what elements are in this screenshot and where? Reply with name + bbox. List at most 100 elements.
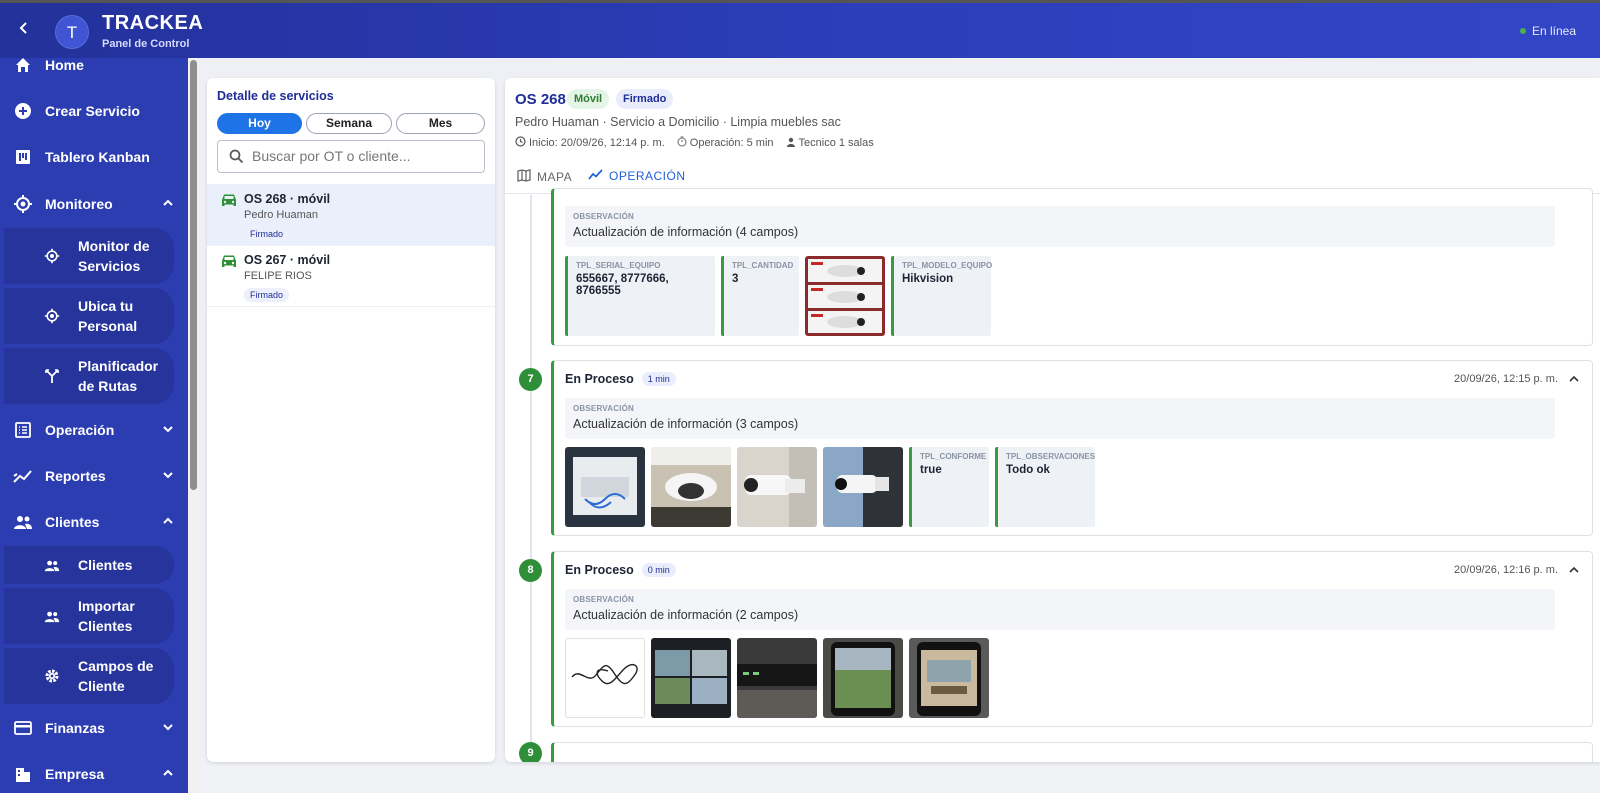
field-value: 655667, 8777666, 8766555 <box>576 273 669 297</box>
brand-subtitle: Panel de Control <box>102 38 190 50</box>
observation-value: Actualización de información (4 campos) <box>573 225 799 239</box>
target-icon <box>44 248 60 264</box>
sidebar-subitem-clientes[interactable]: Clientes <box>4 546 174 584</box>
observation-box: OBSERVACIÓN Actualización de información… <box>565 398 1555 439</box>
photo-thumbnail[interactable] <box>805 256 885 336</box>
sidebar-subitem-planificador-rutas[interactable]: Planificador de Rutas <box>4 348 174 404</box>
sidebar-item-monitoreo[interactable]: Monitoreo <box>0 184 188 224</box>
chevron-up-icon[interactable] <box>1568 563 1580 581</box>
duration-badge: 0 min <box>641 563 676 577</box>
page-footer-area <box>198 766 1600 793</box>
field-model: TPL_MODELO_EQUIPO Hikvision <box>891 256 993 336</box>
back-chevron-icon[interactable] <box>14 20 34 40</box>
step-number: 7 <box>519 368 542 391</box>
photo-thumbnail[interactable] <box>651 638 731 718</box>
photo-thumbnail[interactable] <box>737 638 817 718</box>
sidebar-item-reportes[interactable]: Reportes <box>0 456 188 496</box>
timeline-card-7[interactable]: En Proceso 1 min 20/09/26, 12:15 p. m. OB… <box>551 360 1593 536</box>
brand-title: TRACKEA <box>102 12 204 34</box>
photo-thumbnail[interactable] <box>909 638 989 718</box>
people-icon <box>44 608 60 624</box>
field-observaciones: TPL_OBSERVACIONES Todo ok <box>995 447 1095 527</box>
sidebar-item-home[interactable]: Home <box>0 58 188 85</box>
sidebar-item-crear-servicio[interactable]: Crear Servicio <box>0 91 188 131</box>
subitem-label-line2: Cliente <box>78 678 125 694</box>
sidebar-item-label: Home <box>45 58 84 73</box>
subitem-label-line1: Monitor de <box>78 238 150 254</box>
card-header: En Proceso 0 min <box>565 563 676 577</box>
field-value: 3 <box>732 273 739 285</box>
service-title: OS 268 · móvil <box>244 192 331 206</box>
gear-icon <box>44 668 60 684</box>
chevron-up-icon[interactable] <box>1568 372 1580 390</box>
sidebar-item-label: Operación <box>45 422 115 438</box>
observation-box: OBSERVACIÓN Actualización de información… <box>565 206 1555 247</box>
sidebar-item-label: Crear Servicio <box>45 103 140 119</box>
panel-title: Detalle de servicios <box>217 89 334 103</box>
sidebar-item-empresa[interactable]: Empresa <box>0 754 188 793</box>
card-date: 20/09/26, 12:15 p. m. <box>1454 373 1558 385</box>
home-icon <box>12 58 34 76</box>
sidebar-item-clientes[interactable]: Clientes <box>0 502 188 542</box>
detail-subtitle: Pedro Huaman · Servicio a Domicilio · Li… <box>515 115 841 129</box>
subitem-label-line1: Ubica tu <box>78 298 134 314</box>
chevron-down-icon <box>162 422 174 438</box>
sidebar-subitem-ubica-personal[interactable]: Ubica tu Personal <box>4 288 174 344</box>
timeline-card-6: OBSERVACIÓN Actualización de información… <box>551 188 1593 346</box>
service-item-268[interactable]: OS 268 · móvil Pedro Huaman Firmado <box>207 184 495 246</box>
timeline-card-8[interactable]: En Proceso 0 min 20/09/26, 12:16 p. m. OB… <box>551 551 1593 727</box>
top-header: T TRACKEA Panel de Control En línea <box>0 0 1600 58</box>
subitem-label-line1: Planificador <box>78 358 159 374</box>
route-fork-icon <box>44 368 60 384</box>
chevron-down-icon <box>162 468 174 484</box>
photo-thumbnail[interactable] <box>823 638 903 718</box>
photo-thumbnail[interactable] <box>565 447 645 527</box>
field-key: TPL_MODELO_EQUIPO <box>902 261 993 270</box>
search-input[interactable] <box>252 148 477 164</box>
observation-key: OBSERVACIÓN <box>573 212 635 221</box>
sidebar-item-label: Reportes <box>45 468 106 484</box>
status-text: En línea <box>1532 24 1577 38</box>
sidebar: Home Crear Servicio Tablero Kanban Monit… <box>0 58 188 793</box>
chevron-up-icon <box>162 196 174 212</box>
sidebar-subitem-importar-clientes[interactable]: Importar Clientes <box>4 588 174 644</box>
avatar[interactable]: T <box>55 15 89 49</box>
photo-thumbnail[interactable] <box>651 447 731 527</box>
signature-thumbnail[interactable] <box>565 638 645 718</box>
building-icon <box>12 763 34 785</box>
card-header: En Proceso 1 min <box>565 372 676 386</box>
sidebar-item-operacion[interactable]: Operación <box>0 410 188 450</box>
card-title: En Proceso <box>565 372 634 386</box>
sidebar-item-finanzas[interactable]: Finanzas <box>0 708 188 748</box>
service-item-267[interactable]: OS 267 · móvil FELIPE RIOS Firmado <box>207 245 495 307</box>
filter-week-button[interactable]: Semana <box>306 113 392 134</box>
service-title: OS 267 · móvil <box>244 253 331 267</box>
meta-operation-text: Operación: 5 min <box>689 137 774 149</box>
field-value: Todo ok <box>1006 464 1050 476</box>
people-icon <box>44 557 60 573</box>
filter-today-button[interactable]: Hoy <box>217 113 302 134</box>
field-key: TPL_CANTIDAD <box>732 261 794 270</box>
sidebar-item-label: Monitoreo <box>45 196 113 212</box>
add-circle-icon <box>12 100 34 122</box>
subitem-label: Monitor de Servicios <box>78 236 150 276</box>
sidebar-subitem-monitor-servicios[interactable]: Monitor de Servicios <box>4 228 174 284</box>
sidebar-subitem-campos-cliente[interactable]: Campos de Cliente <box>4 648 174 704</box>
meta-tech: Tecnico 1 salas <box>786 136 874 150</box>
list-icon <box>12 419 34 441</box>
search-icon <box>229 149 244 169</box>
timeline-card-next[interactable] <box>551 742 1593 762</box>
trend-icon <box>588 169 603 183</box>
service-client: FELIPE RIOS <box>244 270 312 282</box>
car-icon <box>221 254 237 273</box>
field-value: Hikvision <box>902 273 954 285</box>
photo-thumbnail[interactable] <box>737 447 817 527</box>
filter-month-button[interactable]: Mes <box>396 113 485 134</box>
photo-thumbnail[interactable] <box>823 447 903 527</box>
clock-icon <box>515 136 526 150</box>
sidebar-scrollbar[interactable] <box>190 60 197 490</box>
sidebar-item-tablero-kanban[interactable]: Tablero Kanban <box>0 137 188 177</box>
field-key: TPL_OBSERVACIONES <box>1006 452 1096 461</box>
field-value: true <box>920 464 942 476</box>
detail-title: OS 268 <box>515 91 566 108</box>
